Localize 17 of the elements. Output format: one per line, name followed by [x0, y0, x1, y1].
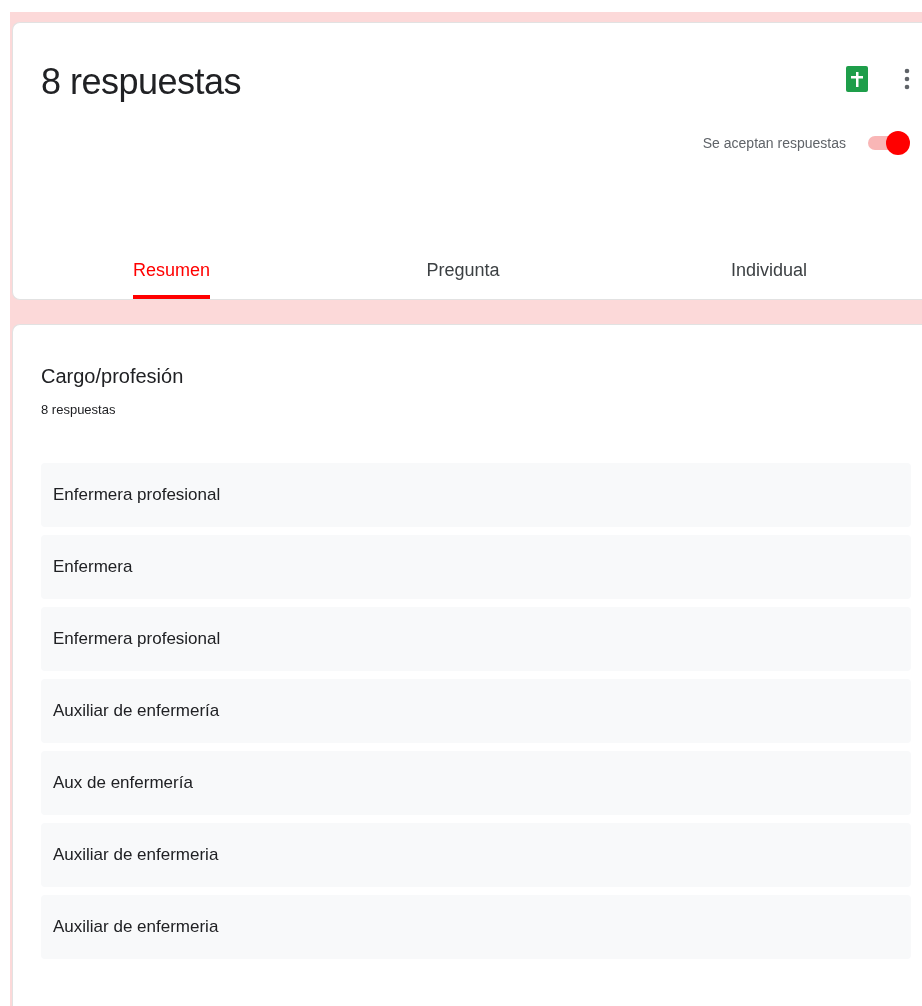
tab[interactable]: Individual — [616, 238, 922, 299]
answer-row: Aux de enfermería — [41, 751, 911, 815]
answer-row: Enfermera profesional — [41, 607, 911, 671]
question-title: Cargo/profesión — [41, 365, 185, 388]
answer-row: Auxiliar de enfermeria — [41, 823, 911, 887]
more-icon[interactable] — [904, 67, 910, 91]
accepting-label: Se aceptan respuestas — [702, 135, 846, 151]
answer-row: Enfermera profesional — [41, 463, 911, 527]
accepting-toggle[interactable] — [866, 129, 910, 157]
response-count: 8 respuestas — [41, 402, 117, 417]
answer-row: Auxiliar de enfermería — [41, 679, 911, 743]
tab[interactable]: Resumen — [133, 238, 211, 299]
responses-title: 8 respuestas — [41, 61, 242, 103]
answer-row: Auxiliar de enfermeria — [41, 895, 911, 959]
answer-row: Enfermera — [41, 535, 911, 599]
tab[interactable]: Pregunta — [310, 238, 617, 299]
spreadsheet-icon[interactable] — [846, 66, 868, 92]
